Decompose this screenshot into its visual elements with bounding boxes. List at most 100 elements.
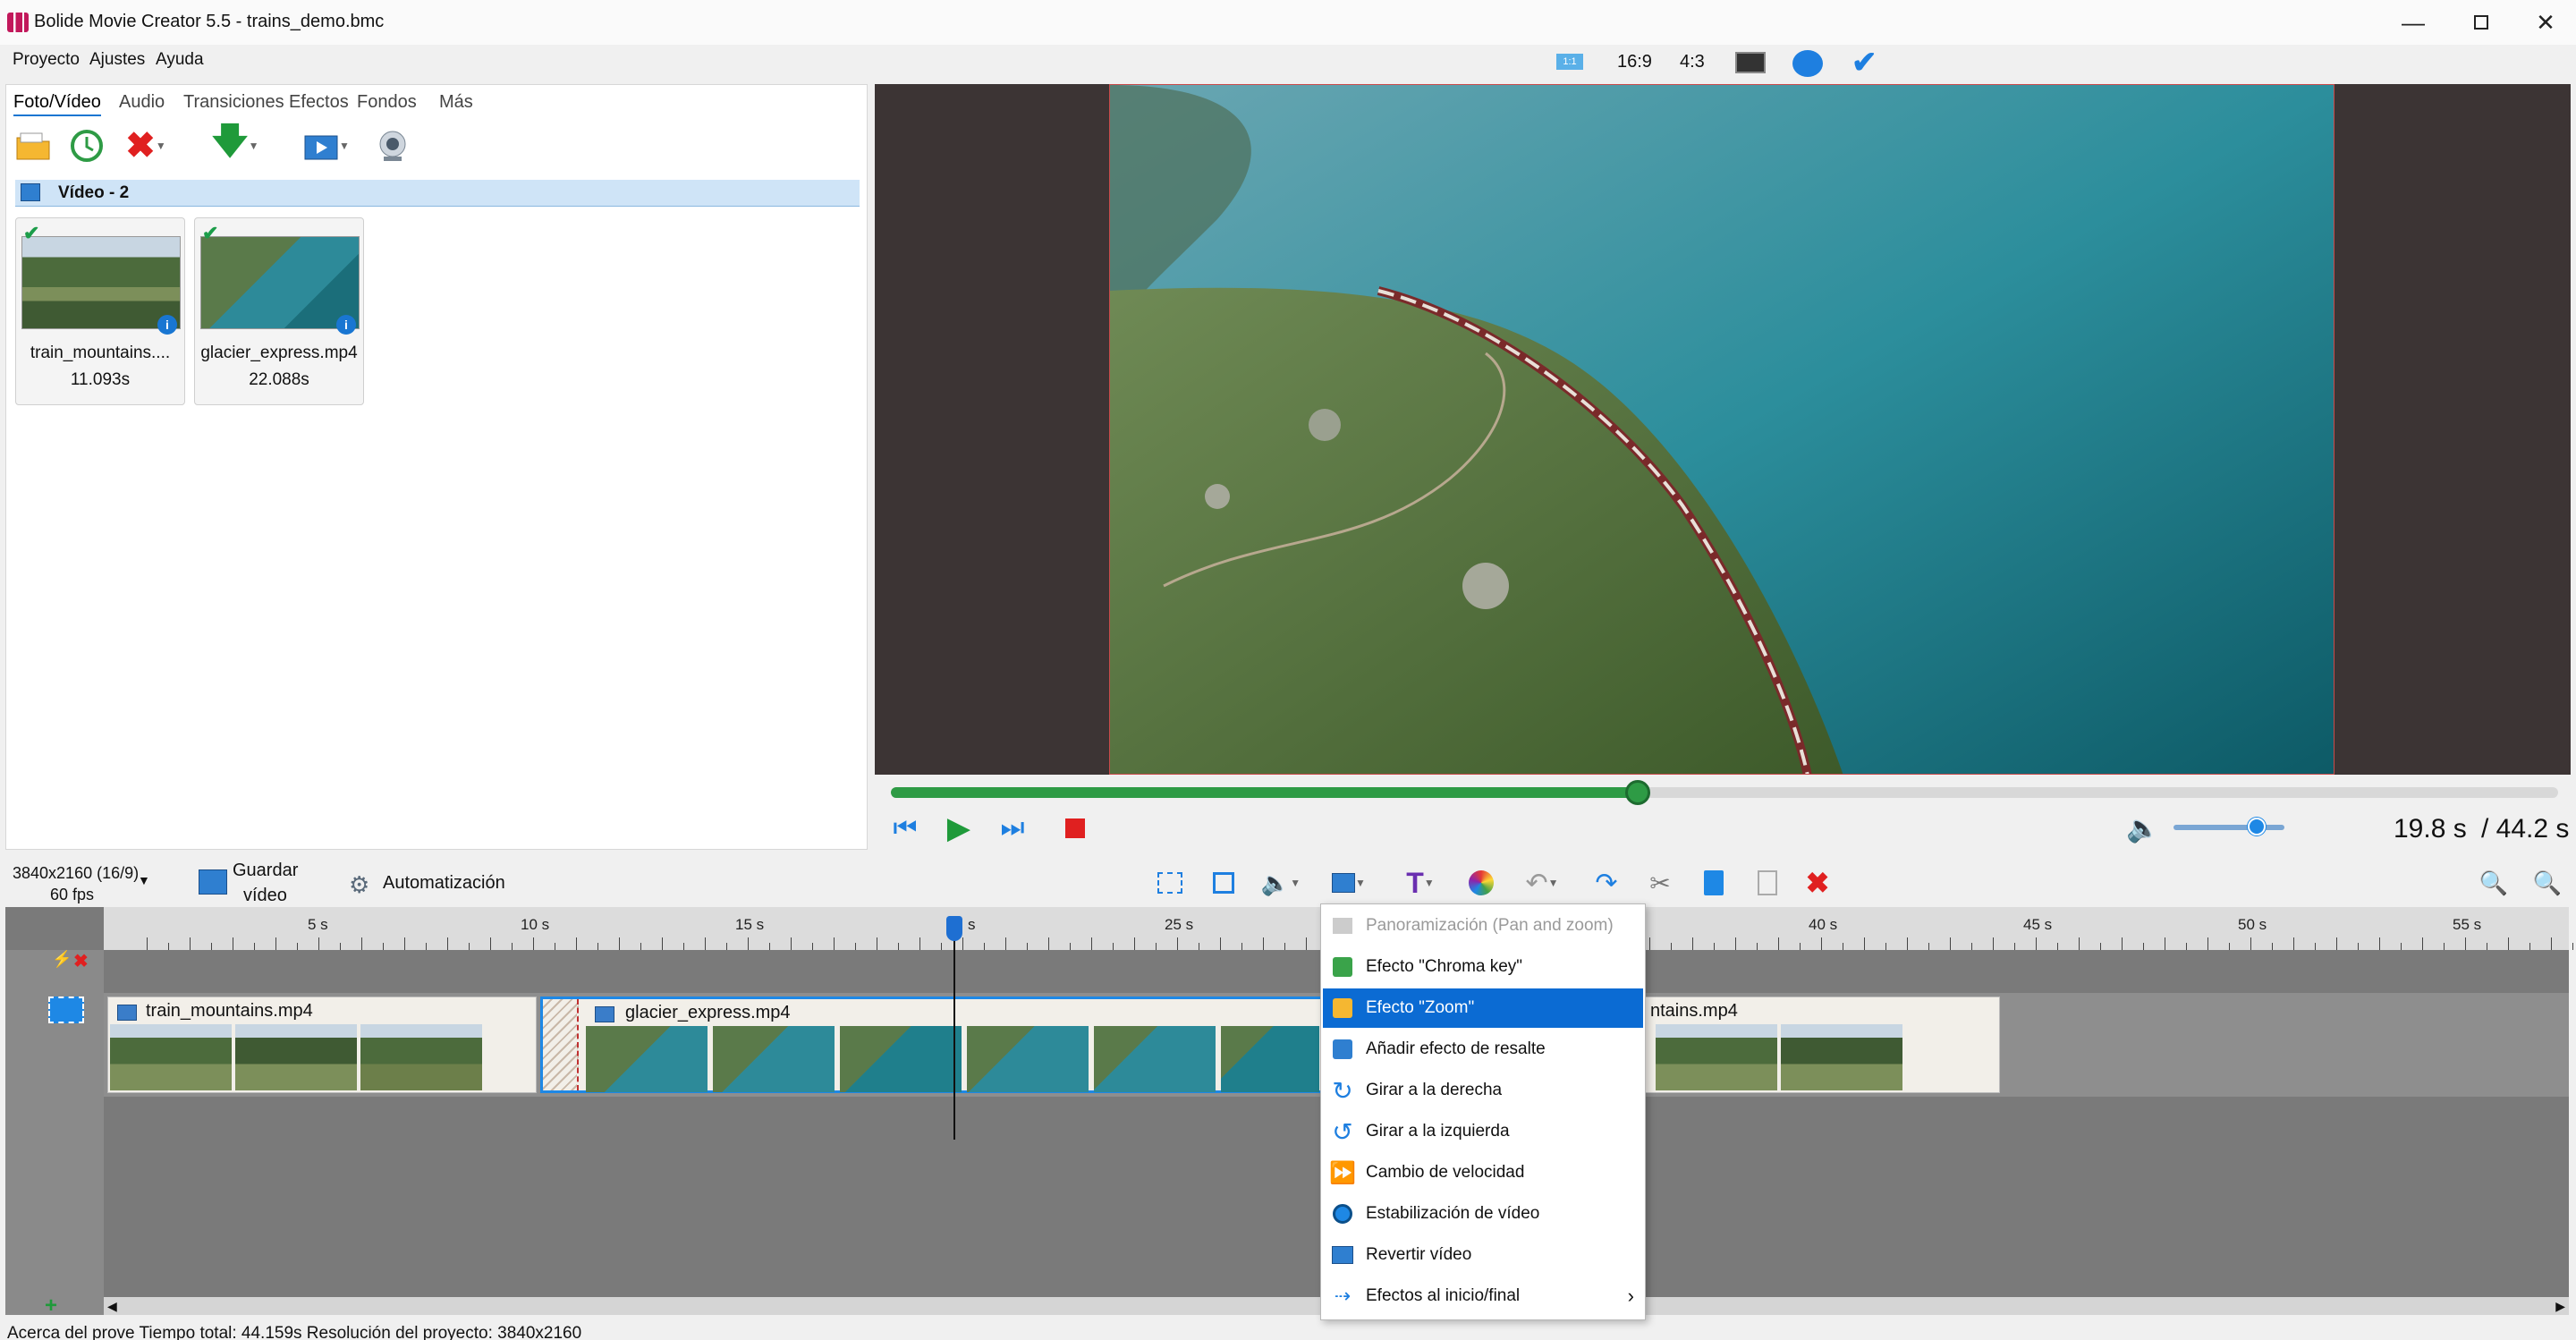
ruler-tick [662, 937, 663, 950]
menu-item-stabilize[interactable]: Estabilización de vídeo [1323, 1194, 1643, 1234]
menu-item-speed[interactable]: ⏩ Cambio de velocidad [1323, 1153, 1643, 1192]
timeline-clip-train-mountains-2[interactable]: ntains.mp4 [1644, 997, 2000, 1093]
prev-frame-button[interactable]: ⏮ [887, 810, 923, 846]
checkmark-icon[interactable]: ✔ [1852, 45, 1877, 81]
redo-button[interactable]: ↷ [1589, 866, 1624, 900]
tab-fondos[interactable]: Fondos [357, 92, 417, 113]
volume-handle[interactable] [2248, 818, 2266, 835]
mute-button[interactable]: 🔈 ▼ [1256, 866, 1306, 900]
color-button[interactable] [1463, 866, 1499, 900]
menu-item-rotate-left[interactable]: ↺ Girar a la izquierda [1323, 1112, 1643, 1151]
aspect-1-1-button[interactable]: 1:1 [1556, 54, 1583, 70]
paste-button[interactable] [1750, 866, 1785, 900]
menu-item-reverse[interactable]: Revertir vídeo [1323, 1235, 1643, 1275]
tick-label: 45 s [2023, 916, 2053, 933]
effects-context-menu: Panoramización (Pan and zoom) Efecto "Ch… [1320, 903, 1646, 1320]
ruler-tick [640, 943, 641, 950]
lock-icon[interactable]: ⚡ [52, 950, 72, 969]
copy-button[interactable] [1696, 866, 1732, 900]
tab-efectos[interactable]: Efectos [289, 92, 349, 113]
aspect-16-9-button[interactable]: 16:9 [1617, 52, 1652, 72]
scroll-left-icon[interactable]: ◀ [107, 1299, 117, 1314]
open-folder-button[interactable] [13, 126, 53, 165]
film-save-icon[interactable] [199, 869, 227, 895]
remove-track-icon[interactable]: ✖ [73, 950, 89, 972]
progress-fill [891, 787, 1639, 798]
volume-slider[interactable] [2174, 825, 2284, 830]
tab-mas[interactable]: Más [439, 92, 473, 113]
split-button[interactable]: ✂ [1642, 866, 1678, 900]
tick-label: 10 s [521, 916, 550, 933]
remove-button[interactable]: ✖ [1800, 866, 1835, 900]
ruler-tick [404, 937, 405, 950]
info-icon[interactable]: i [157, 315, 177, 335]
media-card-train-mountains[interactable]: ✔ i train_mountains.... 11.093s [15, 217, 185, 405]
webcam-button[interactable] [373, 126, 412, 165]
menu-item-rotate-right[interactable]: ↻ Girar a la derecha [1323, 1071, 1643, 1110]
timeline-clip-train-mountains[interactable]: train_mountains.mp4 [107, 997, 537, 1093]
media-duration: 11.093s [70, 370, 131, 389]
info-icon[interactable]: i [336, 315, 356, 335]
next-frame-button[interactable]: ⏭ [995, 810, 1030, 846]
zoom-out-button[interactable]: 🔍 [2476, 866, 2512, 900]
menu-item-pan-zoom[interactable]: Panoramización (Pan and zoom) [1323, 906, 1643, 946]
clip-frame [1094, 1026, 1216, 1092]
crop-icon [1213, 872, 1234, 894]
project-fps[interactable]: 60 fps [50, 886, 94, 904]
circle-crop-icon[interactable] [1792, 50, 1823, 77]
menu-ajustes[interactable]: Ajustes [89, 50, 145, 70]
menu-item-zoom-effect[interactable]: Efecto "Zoom" [1323, 988, 1643, 1028]
menu-item-chroma-key[interactable]: Efecto "Chroma key" [1323, 947, 1643, 987]
select-tool-button[interactable] [1152, 866, 1188, 900]
recent-button[interactable] [67, 126, 106, 165]
maximize-button[interactable] [2447, 0, 2515, 45]
automation-icon[interactable]: ⚙ [349, 871, 369, 899]
ruler-tick [812, 943, 813, 950]
play-button[interactable]: ▶ [941, 810, 977, 846]
clip-frame [840, 1026, 962, 1092]
monitor-icon[interactable] [1735, 52, 1766, 73]
volume-button[interactable]: 🔈 [2125, 810, 2161, 846]
add-track-icon[interactable]: + [45, 1293, 57, 1319]
video-track-icon[interactable] [48, 997, 84, 1023]
red-x-icon: ✖ [125, 126, 156, 165]
text-button[interactable]: T ▼ [1395, 866, 1445, 900]
tab-transiciones[interactable]: Transiciones [183, 92, 284, 113]
playhead-handle[interactable] [946, 916, 962, 941]
menu-ayuda[interactable]: Ayuda [156, 50, 204, 70]
ruler-tick [2401, 943, 2402, 950]
stop-button[interactable] [1057, 810, 1093, 846]
ruler-tick [211, 943, 212, 950]
close-button[interactable]: ✕ [2515, 0, 2576, 45]
minimize-button[interactable]: — [2379, 0, 2447, 45]
video-frame[interactable] [1109, 84, 2334, 775]
menu-item-highlight[interactable]: Añadir efecto de resalte [1323, 1030, 1643, 1069]
tab-audio[interactable]: Audio [119, 92, 165, 113]
progress-handle[interactable] [1625, 780, 1651, 805]
ruler-tick [941, 943, 942, 950]
aspect-4-3-button[interactable]: 4:3 [1680, 52, 1705, 72]
automation-button[interactable]: Automatización [383, 873, 505, 894]
undo-button[interactable]: ↶ ▼ [1517, 866, 1567, 900]
import-button[interactable]: 🡇 ▼ [208, 122, 262, 165]
save-video-button[interactable]: Guardar [233, 861, 298, 881]
resolution-dropdown-icon[interactable]: ▼ [138, 873, 150, 887]
save-video-button-line2[interactable]: vídeo [243, 886, 287, 906]
timeline-clip-glacier-express[interactable]: glacier_express.mp4 [540, 997, 1327, 1093]
ruler-tick [2229, 943, 2230, 950]
media-group-header[interactable]: Vídeo - 2 [15, 180, 860, 207]
video-effects-button[interactable]: ▼ [1324, 866, 1374, 900]
media-card-glacier-express[interactable]: ✔ i glacier_express.mp4 22.088s [194, 217, 364, 405]
zoom-in-button[interactable]: 🔍 [2529, 866, 2565, 900]
menu-proyecto[interactable]: Proyecto [13, 50, 80, 70]
transition-marker[interactable] [543, 999, 579, 1090]
ruler-tick [2551, 937, 2552, 950]
add-media-button[interactable]: ▼ [291, 126, 362, 165]
delete-button[interactable]: ✖ ▼ [121, 126, 171, 165]
project-resolution[interactable]: 3840x2160 (16/9) [13, 864, 139, 883]
crop-button[interactable] [1206, 866, 1241, 900]
menu-item-start-end-effects[interactable]: ⇢ Efectos al inicio/final › [1323, 1276, 1643, 1316]
scroll-right-icon[interactable]: ▶ [2555, 1299, 2565, 1314]
video-group-icon [21, 183, 40, 201]
tab-foto-video[interactable]: Foto/Vídeo [13, 92, 101, 116]
